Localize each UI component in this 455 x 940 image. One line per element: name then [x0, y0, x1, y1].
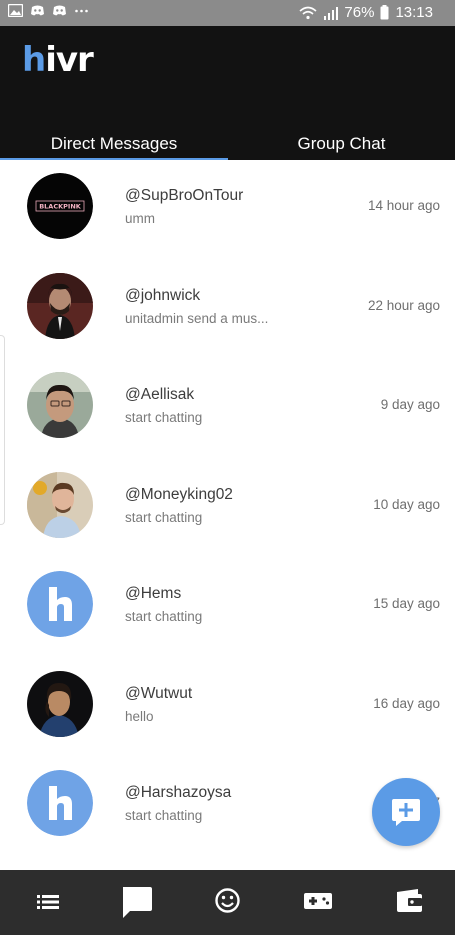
conversation-username: @Wutwut — [125, 684, 193, 702]
tab-direct-messages[interactable]: Direct Messages — [0, 134, 228, 160]
avatar — [27, 471, 93, 538]
discord-notification-icon — [53, 5, 66, 16]
avatar — [27, 770, 93, 836]
conversation-preview: unitadmin send a mus... — [125, 310, 269, 326]
avatar — [27, 571, 93, 637]
app-header: hivr Direct Messages Group Chat — [0, 26, 455, 161]
nav-games[interactable] — [273, 870, 364, 935]
blackpink-logo: BLACKPINK — [39, 203, 82, 211]
nav-messages[interactable] — [91, 870, 182, 935]
nav-wallet[interactable] — [364, 870, 455, 935]
gallery-notification-icon — [8, 4, 23, 17]
conversation-username: @Moneyking02 — [125, 485, 233, 503]
conversation-row[interactable]: BLACKPINK @SupBroOnTour umm 14 hour ago — [0, 160, 455, 260]
conversation-row[interactable]: @Moneyking02 start chatting 10 day ago — [0, 459, 455, 559]
bottom-navigation — [0, 870, 455, 935]
conversation-preview: start chatting — [125, 808, 203, 823]
conversation-row[interactable]: @Wutwut hello 16 day ago — [0, 658, 455, 758]
conversation-row[interactable] — [0, 857, 455, 870]
chat-bubble-icon — [123, 887, 152, 918]
conversation-time: 14 hour ago — [367, 198, 440, 213]
conversation-preview: start chatting — [125, 609, 203, 624]
smiley-icon — [215, 888, 240, 913]
signal-icon — [324, 6, 339, 20]
battery-icon — [380, 5, 389, 20]
conversation-time: 22 hour ago — [367, 297, 440, 313]
conversation-preview: umm — [125, 211, 155, 226]
conversation-time: 10 day ago — [373, 496, 440, 512]
conversation-preview: hello — [125, 708, 154, 724]
conversation-row[interactable]: @Aellisak start chatting 9 day ago — [0, 359, 455, 459]
status-bar: 76% 13:13 — [0, 0, 455, 26]
nav-emoji[interactable] — [182, 870, 273, 935]
conversation-list[interactable]: BLACKPINK @SupBroOnTour umm 14 hour ago … — [0, 160, 455, 870]
clock: 13:13 — [395, 4, 433, 21]
list-icon — [37, 895, 59, 909]
discord-notification-icon — [31, 5, 44, 16]
conversation-username: @Harshazoysa — [125, 784, 232, 801]
new-chat-icon — [392, 799, 420, 826]
side-drawer-handle[interactable] — [0, 335, 5, 525]
battery-percent: 76% — [344, 4, 375, 21]
nav-feed[interactable] — [0, 870, 91, 935]
conversation-row[interactable]: @Hems start chatting 15 day ago — [0, 558, 455, 658]
conversation-time: 16 day ago — [373, 695, 440, 711]
avatar — [27, 272, 93, 339]
avatar — [27, 670, 93, 737]
new-message-button[interactable] — [372, 778, 440, 846]
avatar — [27, 372, 93, 438]
hivr-logo: hivr — [22, 40, 94, 80]
conversation-time: 9 day ago — [380, 397, 440, 412]
conversation-username: @johnwick — [125, 286, 201, 304]
notification-icons — [8, 4, 89, 17]
conversation-preview: start chatting — [125, 410, 203, 425]
gamepad-icon — [304, 893, 332, 909]
more-notifications-icon — [75, 9, 88, 13]
system-status: 76% 13:13 — [299, 4, 433, 21]
tab-group-chat[interactable]: Group Chat — [228, 134, 455, 160]
conversation-username: @Aellisak — [125, 386, 195, 403]
conversation-time: 15 day ago — [373, 596, 440, 611]
tab-bar: Direct Messages Group Chat — [0, 134, 455, 161]
avatar: BLACKPINK — [27, 173, 93, 239]
conversation-username: @Hems — [125, 585, 182, 602]
conversation-preview: start chatting — [125, 509, 203, 525]
wallet-icon — [397, 889, 422, 912]
conversation-row[interactable]: @johnwick unitadmin send a mus... 22 hou… — [0, 260, 455, 360]
conversation-username: @SupBroOnTour — [125, 187, 244, 204]
wifi-icon — [299, 6, 317, 19]
